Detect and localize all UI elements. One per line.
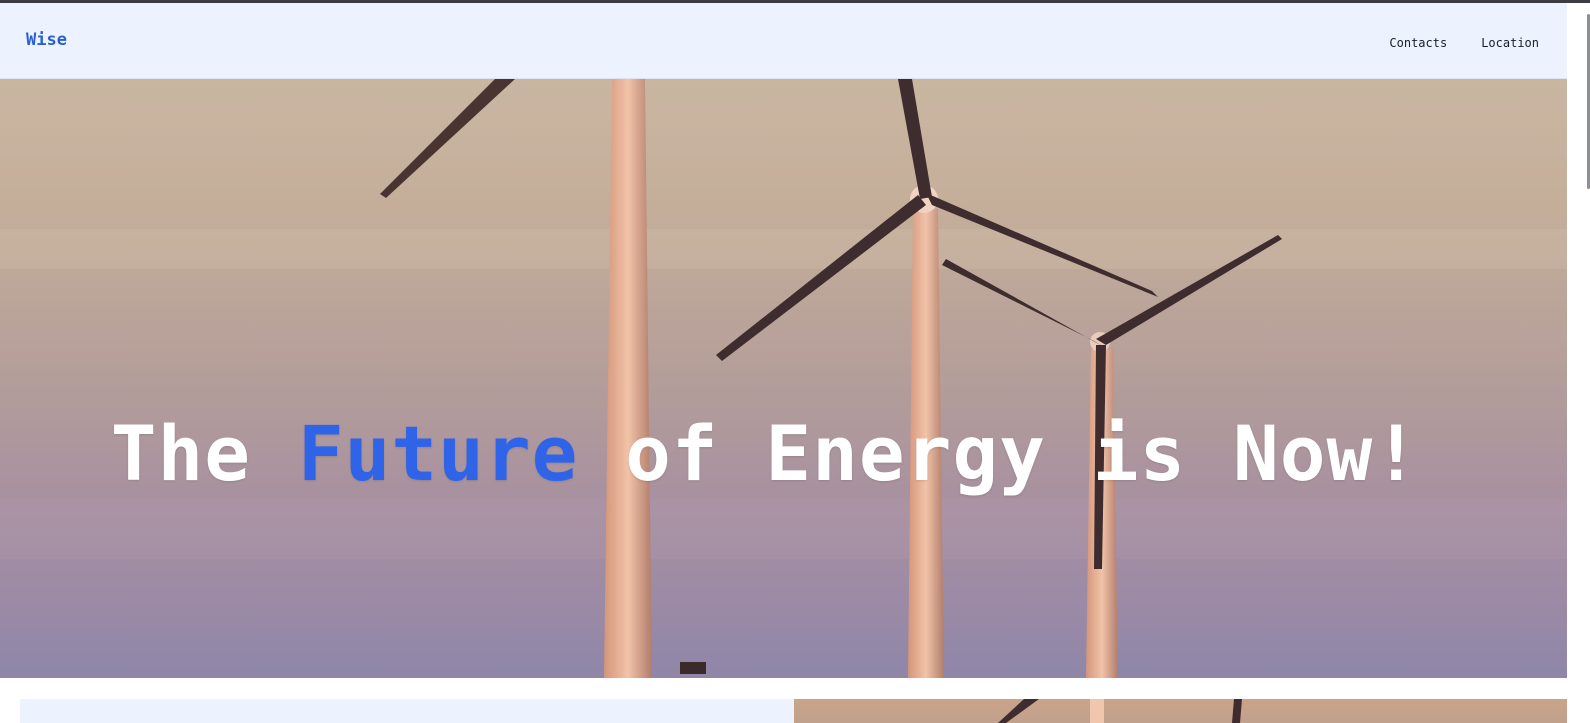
site-logo[interactable]: Wise bbox=[26, 30, 67, 50]
nav-link-contacts[interactable]: Contacts bbox=[1389, 36, 1447, 50]
hero-section: The Future of Energy is Now! bbox=[0, 79, 1567, 678]
hero-title-after: of Energy is Now! bbox=[625, 409, 1420, 498]
content-image bbox=[794, 699, 1568, 723]
top-navbar: Wise Contacts Location bbox=[0, 3, 1590, 79]
wind-turbines-photo bbox=[0, 79, 1567, 678]
hero-headline: The Future of Energy is Now! bbox=[0, 409, 1420, 498]
turbine-blade bbox=[898, 79, 932, 199]
hero-title-accent: Future bbox=[297, 409, 579, 498]
turbine-blade bbox=[380, 79, 515, 198]
nav-links: Contacts Location bbox=[1389, 36, 1539, 50]
turbine-blade bbox=[942, 259, 1104, 347]
nav-link-location[interactable]: Location bbox=[1481, 36, 1539, 50]
hero-title-before: The bbox=[110, 409, 252, 498]
content-card bbox=[20, 699, 794, 723]
turbine-blade bbox=[716, 195, 926, 361]
turbine-tower-left bbox=[604, 79, 652, 678]
wind-turbines-photo-thumbnail bbox=[998, 699, 1242, 723]
